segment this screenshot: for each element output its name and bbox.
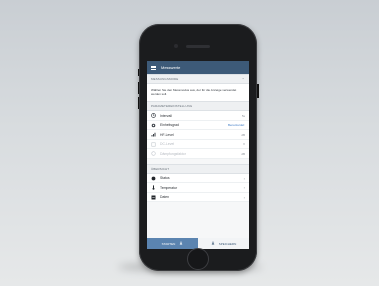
chevron-right-icon: › (243, 185, 245, 191)
status-dot-icon (151, 176, 156, 181)
info-text: Wählen Sie den Messmodus aus, der für di… (147, 84, 249, 102)
mute-switch (137, 69, 139, 76)
app-title: Messwerte (161, 65, 181, 70)
overview-row-daten[interactable]: Daten › (147, 192, 249, 203)
param-row-dc-level: DC-Level V (147, 139, 249, 150)
download-icon (179, 241, 183, 246)
volume-up-button (137, 82, 139, 94)
param-row-einheitsgrad[interactable]: Einheitsgrad Benutzerdef. (147, 120, 249, 131)
overview-label: Daten (160, 195, 170, 200)
overview-row-temperatur[interactable]: Temperatur › (147, 183, 249, 193)
signal-icon (151, 132, 156, 137)
gear-icon (151, 123, 156, 128)
overview-label: Temperatur (160, 185, 178, 190)
param-label: Intervall (160, 113, 172, 118)
section-title: PARAMETEREINSTELLUNG (151, 104, 193, 109)
save-button-label: SPEICHERN (218, 241, 237, 246)
clock-icon (151, 113, 156, 119)
param-label: DC-Level (160, 142, 175, 147)
param-value: dB (241, 132, 245, 137)
data-icon (151, 195, 156, 200)
param-value: 5s (241, 113, 245, 118)
hamburger-menu-icon[interactable] (151, 65, 156, 70)
section-title: ÜBERSICHT (151, 166, 170, 171)
param-value: V (242, 142, 245, 147)
power-button (257, 84, 259, 98)
param-label: Dämpfungsfaktor (160, 151, 186, 156)
start-button[interactable]: STARTEN (147, 238, 198, 249)
damping-icon (151, 151, 156, 156)
thermometer-icon (151, 185, 156, 190)
param-row-hf-level[interactable]: HF-Level dB (147, 130, 249, 140)
save-button[interactable]: SPEICHERN (198, 238, 249, 249)
overview-row-status[interactable]: Status › (147, 173, 249, 184)
phone-device: Messwerte MESSUNGSMODE ⌃ Wählen Sie den … (137, 24, 259, 271)
chevron-up-icon: ⌃ (241, 76, 245, 82)
dc-icon (151, 142, 156, 147)
chevron-right-icon: › (243, 175, 245, 181)
param-row-daempfung: Dämpfungsfaktor dB (147, 149, 249, 159)
save-icon (211, 241, 215, 246)
section-header-parameter: PARAMETEREINSTELLUNG (147, 101, 249, 112)
earpiece-speaker (186, 45, 210, 48)
section-header-overview: ÜBERSICHT (147, 163, 249, 174)
chevron-right-icon: › (243, 194, 245, 200)
mockup-stage: Messwerte MESSUNGSMODE ⌃ Wählen Sie den … (0, 0, 379, 286)
overview-label: Status (160, 176, 170, 181)
param-row-intervall[interactable]: Intervall 5s (147, 111, 249, 121)
app-bar: Messwerte (147, 61, 249, 74)
section-header-einstellungen[interactable]: MESSUNGSMODE ⌃ (147, 74, 249, 84)
param-value-link[interactable]: Benutzerdef. (228, 123, 245, 127)
home-button[interactable] (187, 248, 209, 270)
section-title: MESSUNGSMODE (151, 77, 179, 81)
phone-screen: Messwerte MESSUNGSMODE ⌃ Wählen Sie den … (147, 61, 249, 249)
param-label: Einheitsgrad (160, 123, 179, 128)
param-label: HF-Level (160, 132, 174, 137)
volume-down-button (137, 97, 139, 109)
front-camera (174, 44, 178, 48)
start-button-label: STARTEN (161, 241, 176, 246)
param-value: dB (241, 151, 245, 156)
